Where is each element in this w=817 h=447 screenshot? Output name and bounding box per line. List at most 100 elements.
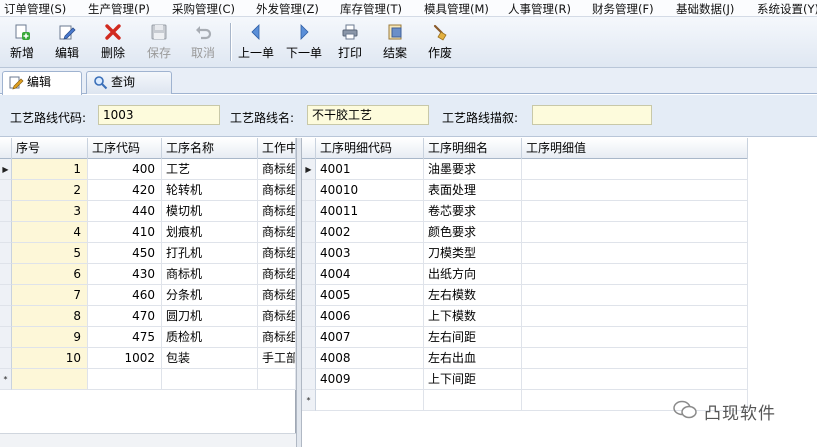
cell-detail-name[interactable]: 左右出血 bbox=[424, 348, 522, 369]
route-name-input[interactable]: 不干胶工艺 bbox=[307, 105, 429, 125]
cell-process-name[interactable]: 模切机 bbox=[162, 201, 258, 222]
detail-row[interactable]: 4008 左右出血 bbox=[302, 348, 748, 369]
cell-process-code[interactable]: 430 bbox=[88, 264, 162, 285]
detail-row[interactable]: 4004 出纸方向 bbox=[302, 264, 748, 285]
cell-process-name[interactable]: 包装 bbox=[162, 348, 258, 369]
cell-detail-value[interactable] bbox=[522, 180, 748, 201]
cell-seq[interactable]: 2 bbox=[12, 180, 88, 201]
cell-process-name[interactable]: 划痕机 bbox=[162, 222, 258, 243]
process-row[interactable]: 10 1002 包装 手工部 bbox=[0, 348, 296, 369]
cell-process-name[interactable]: 分条机 bbox=[162, 285, 258, 306]
cell-process-code[interactable]: 475 bbox=[88, 327, 162, 348]
process-row[interactable]: 2 420 轮转机 商标组 bbox=[0, 180, 296, 201]
cell-process-name[interactable]: 商标机 bbox=[162, 264, 258, 285]
cell-process-code[interactable]: 400 bbox=[88, 159, 162, 180]
new-button[interactable]: 新增 bbox=[6, 19, 38, 65]
cell-detail-value[interactable] bbox=[522, 348, 748, 369]
cell-seq[interactable]: 1 bbox=[12, 159, 88, 180]
cell-detail-code[interactable]: 4007 bbox=[316, 327, 424, 348]
cell-process-code[interactable]: 450 bbox=[88, 243, 162, 264]
cell-detail-value[interactable] bbox=[522, 327, 748, 348]
cell-work-center[interactable]: 商标组 bbox=[258, 222, 296, 243]
cell-work-center[interactable]: 商标组 bbox=[258, 180, 296, 201]
new-row-placeholder[interactable]: * bbox=[0, 369, 296, 390]
cell-process-name[interactable]: 圆刀机 bbox=[162, 306, 258, 327]
cell-detail-name[interactable] bbox=[424, 390, 522, 411]
menu-finance[interactable]: 财务管理(F) bbox=[592, 1, 654, 16]
route-description-input[interactable] bbox=[532, 105, 652, 125]
detail-row[interactable]: ▶ 4001 油墨要求 bbox=[302, 159, 748, 180]
cell-process-code[interactable] bbox=[88, 369, 162, 390]
cell-detail-code[interactable]: 4009 bbox=[316, 369, 424, 390]
process-row[interactable]: 6 430 商标机 商标组 bbox=[0, 264, 296, 285]
cell-detail-code[interactable]: 4002 bbox=[316, 222, 424, 243]
print-button[interactable]: 打印 bbox=[334, 19, 366, 65]
cell-detail-value[interactable] bbox=[522, 264, 748, 285]
cell-work-center[interactable]: 商标组 bbox=[258, 159, 296, 180]
column-detail-name[interactable]: 工序明细名 bbox=[424, 138, 522, 159]
cell-process-name[interactable] bbox=[162, 369, 258, 390]
cell-work-center[interactable] bbox=[258, 369, 296, 390]
cell-detail-name[interactable]: 左右模数 bbox=[424, 285, 522, 306]
cell-process-name[interactable]: 工艺 bbox=[162, 159, 258, 180]
cell-seq[interactable]: 9 bbox=[12, 327, 88, 348]
cell-detail-code[interactable]: 4006 bbox=[316, 306, 424, 327]
cell-detail-value[interactable] bbox=[522, 306, 748, 327]
cell-process-code[interactable]: 460 bbox=[88, 285, 162, 306]
cell-detail-name[interactable]: 刀模类型 bbox=[424, 243, 522, 264]
cell-detail-name[interactable]: 表面处理 bbox=[424, 180, 522, 201]
edit-button[interactable]: 编辑 bbox=[50, 19, 84, 65]
cell-detail-name[interactable]: 颜色要求 bbox=[424, 222, 522, 243]
menu-hr[interactable]: 人事管理(R) bbox=[508, 1, 571, 16]
detail-row[interactable]: 40010 表面处理 bbox=[302, 180, 748, 201]
process-grid-hscrollbar[interactable] bbox=[0, 433, 296, 447]
menu-outsourcing[interactable]: 外发管理(Z) bbox=[256, 1, 319, 16]
cell-detail-code[interactable]: 4004 bbox=[316, 264, 424, 285]
cell-detail-name[interactable]: 上下模数 bbox=[424, 306, 522, 327]
detail-row[interactable]: 4005 左右模数 bbox=[302, 285, 748, 306]
cell-detail-name[interactable]: 左右间距 bbox=[424, 327, 522, 348]
close-case-button[interactable]: 结案 bbox=[378, 19, 412, 65]
process-row[interactable]: 3 440 模切机 商标组 bbox=[0, 201, 296, 222]
cell-process-name[interactable]: 轮转机 bbox=[162, 180, 258, 201]
cell-detail-code[interactable]: 4008 bbox=[316, 348, 424, 369]
tab-query[interactable]: 查询 bbox=[86, 71, 172, 94]
column-detail-code[interactable]: 工序明细代码 bbox=[316, 138, 424, 159]
cell-detail-code[interactable] bbox=[316, 390, 424, 411]
cell-work-center[interactable]: 商标组 bbox=[258, 327, 296, 348]
menu-purchasing[interactable]: 采购管理(C) bbox=[172, 1, 235, 16]
cell-seq[interactable]: 3 bbox=[12, 201, 88, 222]
cell-detail-code[interactable]: 40010 bbox=[316, 180, 424, 201]
process-row[interactable]: ▶ 1 400 工艺 商标组 bbox=[0, 159, 296, 180]
cell-detail-code[interactable]: 4003 bbox=[316, 243, 424, 264]
cell-detail-name[interactable]: 油墨要求 bbox=[424, 159, 522, 180]
cell-detail-value[interactable] bbox=[522, 243, 748, 264]
cell-process-code[interactable]: 470 bbox=[88, 306, 162, 327]
detail-row[interactable]: 4006 上下模数 bbox=[302, 306, 748, 327]
cell-detail-value[interactable] bbox=[522, 159, 748, 180]
cell-detail-name[interactable]: 出纸方向 bbox=[424, 264, 522, 285]
cell-work-center[interactable]: 商标组 bbox=[258, 264, 296, 285]
cancel-button[interactable]: 取消 bbox=[186, 19, 220, 65]
column-seq[interactable]: 序号 bbox=[12, 138, 88, 159]
void-button[interactable]: 作废 bbox=[424, 19, 456, 65]
save-button[interactable]: 保存 bbox=[142, 19, 176, 65]
cell-seq[interactable]: 5 bbox=[12, 243, 88, 264]
cell-detail-code[interactable]: 4005 bbox=[316, 285, 424, 306]
menu-basic-data[interactable]: 基础数据(J) bbox=[676, 1, 734, 16]
menu-inventory[interactable]: 库存管理(T) bbox=[340, 1, 402, 16]
route-code-input[interactable]: 1003 bbox=[98, 105, 220, 125]
process-row[interactable]: 9 475 质检机 商标组 bbox=[0, 327, 296, 348]
cell-work-center[interactable]: 商标组 bbox=[258, 243, 296, 264]
detail-row[interactable]: 4002 颜色要求 bbox=[302, 222, 748, 243]
cell-process-code[interactable]: 410 bbox=[88, 222, 162, 243]
cell-seq[interactable]: 6 bbox=[12, 264, 88, 285]
cell-work-center[interactable]: 商标组 bbox=[258, 285, 296, 306]
cell-detail-name[interactable]: 卷芯要求 bbox=[424, 201, 522, 222]
menu-settings[interactable]: 系统设置(Y) bbox=[757, 1, 817, 16]
cell-process-name[interactable]: 质检机 bbox=[162, 327, 258, 348]
cell-process-code[interactable]: 1002 bbox=[88, 348, 162, 369]
column-work-center[interactable]: 工作中 bbox=[258, 138, 296, 159]
cell-detail-value[interactable] bbox=[522, 222, 748, 243]
cell-seq[interactable]: 7 bbox=[12, 285, 88, 306]
